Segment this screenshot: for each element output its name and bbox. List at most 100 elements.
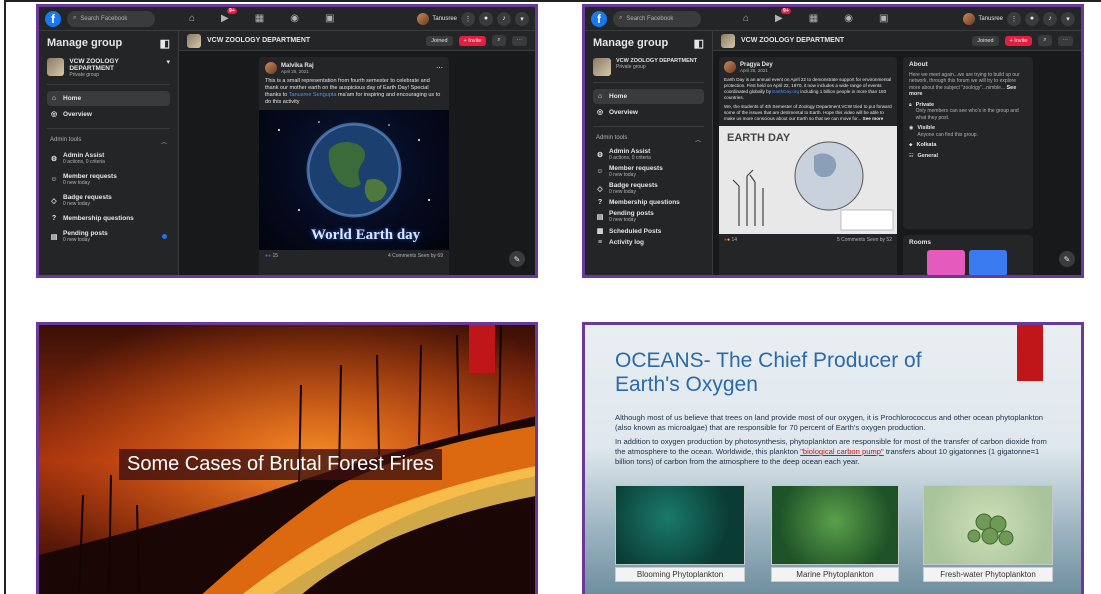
group-card[interactable]: VCW ZOOLOGY DEPARTMENT Private group ▾: [47, 58, 170, 78]
avatar: [963, 12, 976, 25]
chevron-down-icon[interactable]: ▾: [1061, 11, 1075, 26]
visibility-info: ◉ Visible Anyone can find this group.: [909, 125, 978, 138]
cell-cluster-graphic: [967, 513, 1014, 546]
group-thumbnail: [187, 33, 201, 48]
sidebar-item-admin-assist[interactable]: ⚙ Admin Assist 0 actions, 0 criteria: [47, 148, 170, 169]
panel-facebook-post-1: f ⌕ Search Facebook ⌂ ▶ 9+ ▦ ◉ ▣ Tanusree …: [36, 4, 538, 278]
home-icon[interactable]: ⌂: [189, 13, 195, 24]
love-icon: ●: [268, 253, 272, 259]
mention-link[interactable]: Tanusree Sengupta: [289, 92, 337, 98]
calendar-icon: ▦: [596, 228, 604, 235]
gaming-icon[interactable]: ▣: [879, 13, 888, 24]
marketplace-icon[interactable]: ▦: [255, 13, 264, 24]
sidebar-item-member-requests[interactable]: ☺ Member requests 0 new today: [47, 169, 170, 190]
post-body: This is a small representation from four…: [265, 78, 441, 105]
more-options-icon[interactable]: ⋯: [1057, 35, 1073, 46]
sidebar-item-member-requests[interactable]: ☺ Member requests 0 new today: [593, 163, 704, 180]
sidebar-item-pending-posts[interactable]: ▤ Pending posts 0 new today: [47, 226, 170, 247]
sidebar-item-membership-questions[interactable]: ? Membership questions: [593, 197, 704, 208]
invite-button[interactable]: + Invite: [1004, 35, 1033, 46]
new-message-icon[interactable]: ✎: [509, 251, 525, 267]
slide-oceans: OCEANS- The Chief Producer of Earth's Ox…: [582, 322, 1084, 594]
messenger-icon[interactable]: ●: [1025, 11, 1039, 26]
sidebar-item-home[interactable]: ⌂ Home: [593, 89, 704, 104]
post-image[interactable]: EARTH DAY: [719, 126, 897, 234]
location-info: ⬥ Kolkata: [909, 142, 937, 148]
chevron-up-icon: ︿: [694, 138, 701, 144]
privacy-info: 🔒︎ Private Only members can see who's in t…: [909, 101, 1019, 121]
group-card[interactable]: VCW ZOOLOGY DEPARTMENT Private group: [593, 58, 704, 76]
post-card: Malvika Raj April 25, 2021 ⋯ This is a sm…: [259, 57, 449, 275]
sidebar-item-home[interactable]: ⌂ Home: [47, 91, 170, 106]
sidebar-item-admin-assist[interactable]: ⚙ Admin Assist 0 actions, 0 criteria: [593, 146, 704, 163]
post-image[interactable]: World Earth day: [259, 110, 449, 250]
sidebar-item-activity-log[interactable]: ≡ Activity log: [593, 237, 704, 248]
rooms-illustration[interactable]: [927, 249, 1027, 275]
slide-title: Some Cases of Brutal Forest Fires: [119, 449, 442, 480]
joined-button[interactable]: Joined: [426, 35, 453, 46]
menu-grid-icon[interactable]: ⋮: [461, 11, 475, 26]
admin-tools-header[interactable]: Admin tools ︿: [593, 133, 704, 146]
facebook-logo-icon[interactable]: f: [45, 10, 61, 27]
group-feed: VCW ZOOLOGY DEPARTMENT Joined + Invite ⌕…: [179, 31, 535, 275]
see-more-link[interactable]: See more: [863, 116, 884, 121]
sidebar-item-membership-questions[interactable]: ? Membership questions: [47, 211, 170, 226]
sidebar-toggle-icon[interactable]: ◧: [694, 37, 704, 50]
groups-icon[interactable]: ◉: [844, 13, 853, 24]
watch-icon[interactable]: ▶ 9+: [221, 8, 237, 24]
avatar[interactable]: [265, 62, 277, 74]
post-menu-icon[interactable]: ⋯: [436, 64, 443, 72]
slide-accent-tab: [469, 325, 495, 373]
watch-icon[interactable]: ▶ 9+: [775, 8, 791, 24]
admin-tools-header[interactable]: Admin tools ︿: [47, 135, 170, 148]
gaming-icon[interactable]: ▣: [325, 13, 334, 24]
sidebar-item-badge-requests[interactable]: ◇ Badge requests 0 new today: [593, 180, 704, 197]
sidebar-item-overview[interactable]: ◎ Overview: [593, 104, 704, 120]
group-dropdown-icon[interactable]: ▾: [166, 58, 170, 66]
notification-badge: 9+: [781, 8, 791, 14]
groups-icon[interactable]: ◉: [290, 13, 299, 24]
profile-button[interactable]: Tanusree: [963, 12, 1003, 25]
sidebar-item-badge-requests[interactable]: ◇ Badge requests 0 new today: [47, 190, 170, 211]
reactions[interactable]: ●● 14: [724, 237, 737, 243]
member-requests-icon: ☺: [596, 168, 604, 175]
chevron-down-icon[interactable]: ▾: [515, 11, 529, 26]
marine-phytoplankton-image: [771, 485, 899, 565]
sidebar-item-overview[interactable]: ◎ Overview: [47, 106, 170, 122]
post-image-caption: World Earth day: [311, 227, 421, 243]
new-message-icon[interactable]: ✎: [1059, 251, 1075, 267]
invite-button[interactable]: + Invite: [458, 35, 487, 46]
account-area: Tanusree ⋮ ● ♪ ▾: [417, 11, 529, 26]
freshwater-phytoplankton-image: [923, 485, 1053, 565]
reactions[interactable]: ●● 15: [265, 253, 278, 259]
bell-icon[interactable]: ♪: [497, 11, 511, 26]
sidebar-toggle-icon[interactable]: ◧: [160, 37, 170, 50]
badge-icon: ◇: [51, 197, 57, 205]
avatar[interactable]: [724, 61, 736, 73]
search-input[interactable]: ⌕ Search Facebook: [67, 10, 155, 27]
sidebar-item-scheduled-posts[interactable]: ▦ Scheduled Posts: [593, 225, 704, 237]
bell-icon[interactable]: ♪: [1043, 11, 1057, 26]
top-nav-bar: f ⌕ Search Facebook ⌂ ▶ 9+ ▦ ◉ ▣ Tanusree …: [39, 7, 535, 31]
overview-icon: ◎: [596, 109, 604, 116]
earthday-link[interactable]: EarthDay.org: [772, 89, 799, 94]
search-input[interactable]: ⌕ Search Facebook: [613, 10, 701, 27]
home-icon[interactable]: ⌂: [743, 13, 749, 24]
menu-grid-icon[interactable]: ⋮: [1007, 11, 1021, 26]
search-icon[interactable]: ⌕: [492, 35, 506, 46]
manage-group-sidebar: Manage group ◧ VCW ZOOLOGY DEPARTMENT Priv…: [585, 31, 713, 275]
category-info: ☷ General: [909, 152, 938, 159]
about-panel: About Here we meet again...we are trying…: [903, 57, 1033, 229]
search-icon[interactable]: ⌕: [1038, 35, 1052, 46]
pending-posts-icon: ▤: [596, 213, 604, 221]
messenger-icon[interactable]: ●: [479, 11, 493, 26]
main-nav: ⌂ ▶ 9+ ▦ ◉ ▣: [743, 8, 888, 24]
marketplace-icon[interactable]: ▦: [809, 13, 818, 24]
sidebar-item-pending-posts[interactable]: ▤ Pending posts 0 new today: [593, 208, 704, 225]
profile-button[interactable]: Tanusree: [417, 12, 457, 25]
more-options-icon[interactable]: ⋯: [511, 35, 527, 46]
questions-icon: ?: [597, 199, 603, 206]
facebook-logo-icon[interactable]: f: [591, 10, 607, 27]
about-description: Here we meet again...we are trying to bu…: [909, 71, 1020, 98]
joined-button[interactable]: Joined: [972, 35, 999, 46]
